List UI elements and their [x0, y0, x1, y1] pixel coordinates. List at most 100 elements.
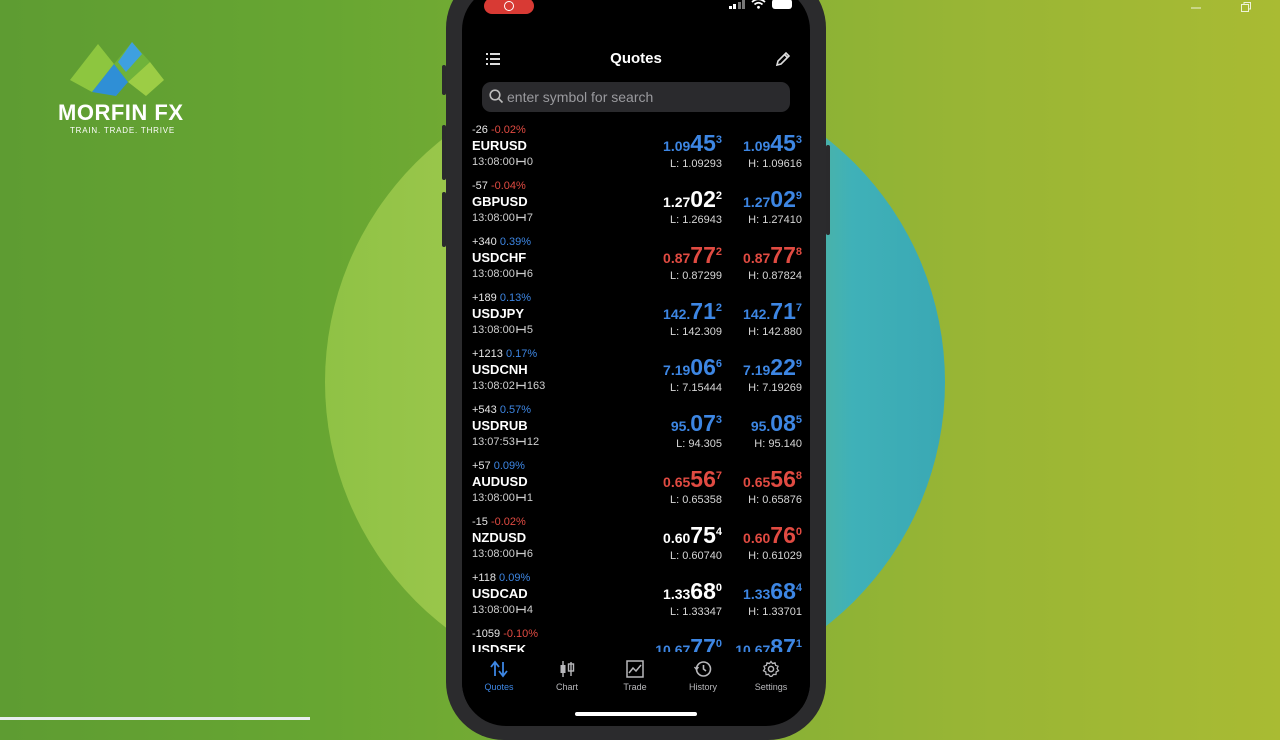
- quote-row[interactable]: +340 0.39% USDCHF 13:08:00 6 0.87772 0.87778 L…: [462, 234, 810, 290]
- ask-price: 0.87778: [743, 242, 802, 268]
- change-points: -57 -0.04%: [472, 180, 526, 192]
- search-placeholder: enter symbol for search: [507, 89, 654, 105]
- spread-value: 7: [526, 212, 533, 224]
- tab-label: Trade: [623, 682, 647, 692]
- quote-row[interactable]: -26 -0.02% EURUSD 13:08:00 0 1.09453 1.09453 L…: [462, 122, 810, 178]
- quote-row[interactable]: -57 -0.04% GBPUSD 13:08:00 7 1.27022 1.27029 L…: [462, 178, 810, 234]
- spread-value: 12: [526, 436, 540, 448]
- tab-chart[interactable]: Chart: [537, 660, 597, 692]
- change-points: +543 0.57%: [472, 404, 532, 416]
- candlestick-icon: [537, 660, 597, 678]
- change-percent: -0.10%: [503, 628, 539, 640]
- quote-row[interactable]: +1213 0.17% USDCNH 13:08:02 163 7.19066 7.192…: [462, 346, 810, 402]
- change-points: +57 0.09%: [472, 460, 525, 472]
- gear-icon: [741, 660, 801, 678]
- spread-value: 4: [526, 604, 533, 616]
- ask-price: 1.33684: [743, 578, 802, 604]
- change-points: -26 -0.02%: [472, 124, 526, 136]
- quote-meta: 13:08:00 4: [472, 604, 533, 616]
- spread-value: 1: [526, 492, 533, 504]
- morfin-fx-logo: MORFIN FX TRAIN. TRADE. THRIVE: [58, 42, 188, 135]
- quote-time: 13:08:00: [472, 212, 515, 224]
- quote-time: 13:08:00: [472, 548, 515, 560]
- brand-tagline: TRAIN. TRADE. THRIVE: [70, 126, 176, 135]
- high-price: H: 7.19269: [748, 382, 802, 394]
- tab-trade[interactable]: Trade: [605, 660, 665, 692]
- tab-quotes[interactable]: Quotes: [469, 660, 529, 692]
- low-price: L: 142.309: [670, 326, 722, 338]
- volume-up-button: [442, 125, 446, 180]
- quote-time: 13:08:00: [472, 492, 515, 504]
- high-price: H: 1.27410: [748, 214, 802, 226]
- quote-row[interactable]: +543 0.57% USDRUB 13:07:53 12 95.073 95.085 L:…: [462, 402, 810, 458]
- quote-meta: 13:08:02 163: [472, 380, 545, 392]
- quote-row[interactable]: -15 -0.02% NZDUSD 13:08:00 6 0.60754 0.60760 L…: [462, 514, 810, 570]
- change-percent: 0.17%: [505, 348, 538, 360]
- change-points: +340 0.39%: [472, 236, 532, 248]
- high-price: H: 0.65876: [748, 494, 802, 506]
- pencil-icon[interactable]: [774, 50, 792, 68]
- restore-icon[interactable]: [1240, 0, 1252, 16]
- logo-mark-icon: [70, 42, 170, 96]
- quote-row[interactable]: +57 0.09% AUDUSD 13:08:00 1 0.65567 0.65568 L:…: [462, 458, 810, 514]
- spread-icon: [516, 494, 526, 501]
- high-price: H: 0.61029: [748, 550, 802, 562]
- spread-icon: [516, 550, 526, 557]
- tab-label: History: [688, 682, 717, 692]
- change-points: -1059 -0.10%: [472, 628, 539, 640]
- symbol-name: NZDUSD: [472, 530, 527, 545]
- ask-price: 142.717: [743, 298, 802, 324]
- tab-history[interactable]: History: [673, 660, 733, 692]
- change-percent: -0.04%: [490, 180, 526, 192]
- search-input[interactable]: enter symbol for search: [482, 82, 790, 112]
- symbol-name: USDCNH: [472, 362, 528, 377]
- change-percent: 0.09%: [499, 572, 531, 584]
- low-price: L: 1.09293: [670, 158, 722, 170]
- spread-value: 163: [526, 380, 546, 392]
- change-percent: 0.39%: [499, 236, 532, 248]
- spread-icon: [516, 326, 526, 333]
- quote-meta: 13:07:53 12: [472, 436, 539, 448]
- quote-row[interactable]: +189 0.13% USDJPY 13:08:00 5 142.712 142.717 L…: [462, 290, 810, 346]
- home-indicator: [575, 712, 697, 716]
- ask-price: 0.65568: [743, 466, 802, 492]
- ask-price: 7.19229: [743, 354, 802, 380]
- page-title: Quotes: [610, 50, 662, 67]
- spread-value: 6: [526, 548, 533, 560]
- quote-row[interactable]: -1059 -0.10%USDSEK13:08:0010110.6777010.…: [462, 626, 810, 652]
- spread-icon: [516, 382, 526, 389]
- change-points: +189 0.13%: [472, 292, 532, 304]
- change-points: +118 0.09%: [472, 572, 531, 584]
- low-price: L: 0.87299: [670, 270, 722, 282]
- tab-label: Quotes: [484, 682, 514, 692]
- minimize-icon[interactable]: [1190, 0, 1202, 16]
- quote-meta: 13:08:00 5: [472, 324, 533, 336]
- brand-name: MORFIN FX: [58, 100, 184, 125]
- change-points: +1213 0.17%: [472, 348, 538, 360]
- quote-row[interactable]: +118 0.09% USDCAD 13:08:00 4 1.33680 1.33684 L…: [462, 570, 810, 626]
- symbol-name: EURUSD: [472, 138, 527, 153]
- spread-icon: [516, 214, 526, 221]
- ask-price: 1.27029: [743, 186, 802, 212]
- quote-time: 13:08:00: [472, 604, 515, 616]
- app-screen: Quotes enter symbol for search -26 -0.02…: [462, 0, 810, 726]
- symbol-name: GBPUSD: [472, 194, 528, 209]
- change-percent: -0.02%: [490, 516, 526, 528]
- mute-switch: [442, 65, 446, 95]
- change-percent: -0.02%: [490, 124, 526, 136]
- spread-value: 6: [526, 268, 533, 280]
- change-percent: 0.09%: [493, 460, 525, 472]
- quote-time: 13:08:00: [472, 156, 515, 168]
- tab-settings[interactable]: Settings: [741, 660, 801, 692]
- ask-price: 10.67871: [735, 634, 802, 652]
- low-price: L: 1.26943: [670, 214, 722, 226]
- change-percent: 0.57%: [499, 404, 532, 416]
- low-price: L: 0.65358: [670, 494, 722, 506]
- quote-meta: 13:08:00 7: [472, 212, 533, 224]
- tab-label: Settings: [754, 682, 788, 692]
- high-price: H: 1.33701: [748, 606, 802, 618]
- quote-time: 13:07:53: [472, 436, 515, 448]
- spread-value: 0: [526, 156, 533, 168]
- ask-price: 95.085: [750, 410, 802, 436]
- cellular-signal-icon: [728, 0, 745, 9]
